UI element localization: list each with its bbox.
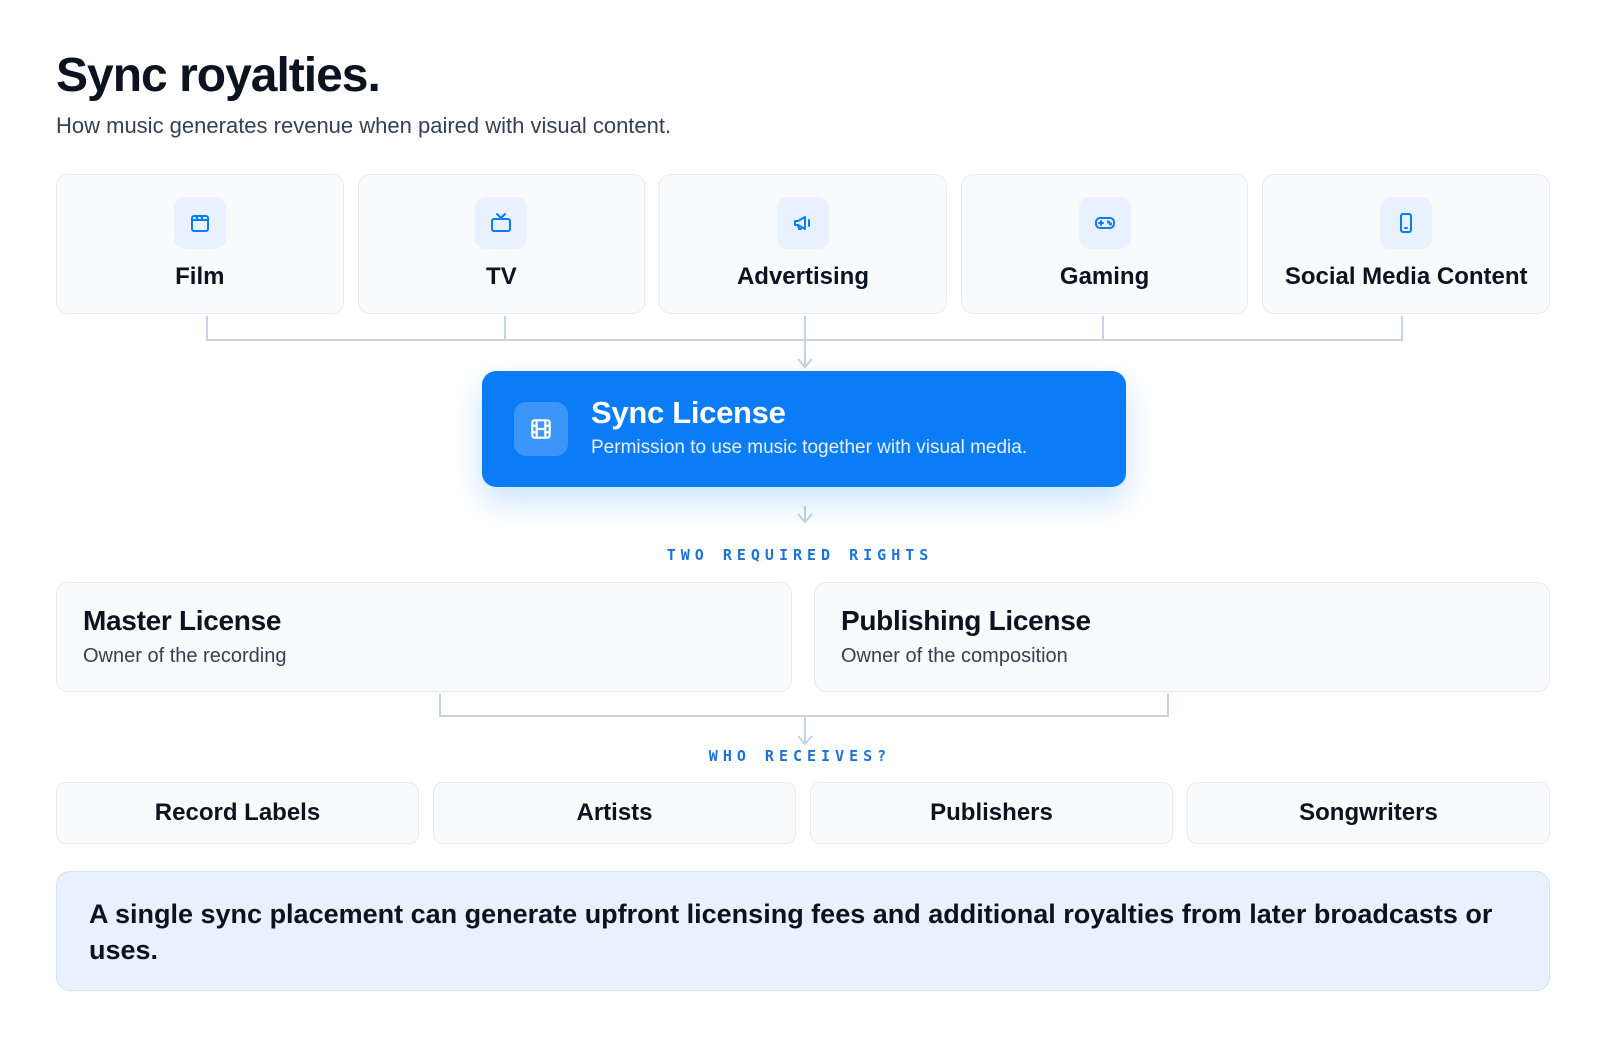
rights-row: Master License Owner of the recording Pu… bbox=[56, 582, 1550, 692]
film-strip-icon bbox=[514, 402, 568, 456]
recipient-songwriters: Songwriters bbox=[1187, 782, 1550, 844]
media-card-gaming: Gaming bbox=[960, 174, 1249, 314]
clapperboard-icon bbox=[173, 197, 226, 249]
recipients-section-label: WHO RECEIVES? bbox=[708, 747, 892, 765]
right-title: Publishing License bbox=[841, 605, 1091, 636]
sync-license-description: Permission to use music together with vi… bbox=[591, 437, 1028, 458]
recipient-artists: Artists bbox=[433, 782, 796, 844]
media-card-social-media: Social Media Content bbox=[1262, 174, 1550, 314]
media-card-advertising: Advertising bbox=[659, 174, 947, 314]
media-card-tv: TV bbox=[357, 174, 646, 314]
media-card-film: Film bbox=[56, 174, 344, 314]
recipient-record-labels: Record Labels bbox=[56, 782, 419, 844]
summary-note: A single sync placement can generate upf… bbox=[56, 871, 1550, 991]
smartphone-icon bbox=[1380, 197, 1433, 249]
tv-icon bbox=[475, 197, 528, 249]
sync-license-title: Sync License bbox=[591, 395, 786, 430]
media-label: TV bbox=[486, 263, 517, 290]
media-label: Social Media Content bbox=[1284, 263, 1528, 290]
recipients-row: Record Labels Artists Publishers Songwri… bbox=[56, 782, 1550, 844]
publishing-license-card: Publishing License Owner of the composit… bbox=[814, 582, 1550, 692]
page-title: Sync royalties. bbox=[56, 49, 381, 102]
media-label: Film bbox=[175, 263, 225, 290]
megaphone-icon bbox=[776, 197, 829, 249]
right-description: Owner of the recording bbox=[83, 645, 287, 667]
sync-license-card: Sync License Permission to use music tog… bbox=[482, 371, 1126, 487]
gamepad-icon bbox=[1078, 197, 1131, 249]
media-label: Advertising bbox=[736, 263, 869, 290]
master-license-card: Master License Owner of the recording bbox=[56, 582, 792, 692]
rights-section-label: TWO REQUIRED RIGHTS bbox=[666, 546, 934, 564]
right-description: Owner of the composition bbox=[841, 645, 1068, 667]
right-title: Master License bbox=[83, 605, 282, 636]
media-types-row: Film TV Advertising Gaming Social Media … bbox=[56, 174, 1550, 314]
page-subtitle: How music generates revenue when paired … bbox=[56, 113, 672, 138]
media-label: Gaming bbox=[1059, 263, 1150, 290]
recipient-publishers: Publishers bbox=[810, 782, 1173, 844]
